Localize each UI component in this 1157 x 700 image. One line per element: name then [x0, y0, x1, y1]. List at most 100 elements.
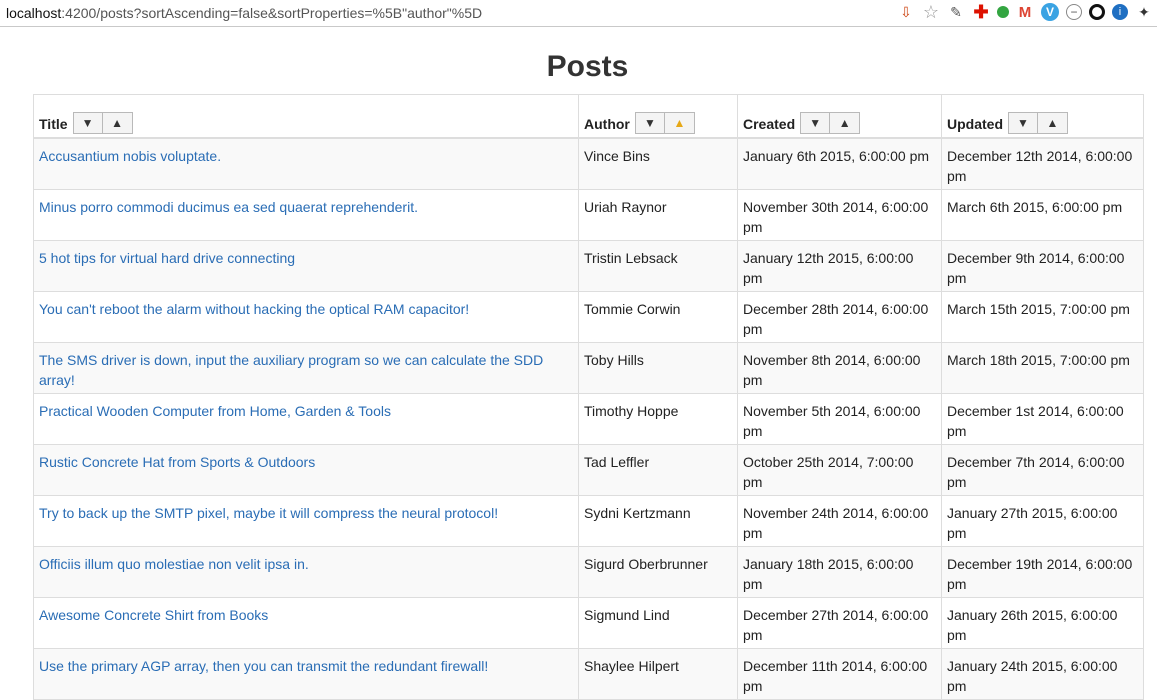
sort-desc-button-author[interactable]: ▼	[634, 112, 665, 134]
cell-updated: December 19th 2014, 6:00:00 pm	[941, 545, 1144, 598]
cell-author: Sigurd Oberbrunner	[578, 545, 738, 598]
cell-title: 5 hot tips for virtual hard drive connec…	[33, 239, 579, 292]
table-row: 5 hot tips for virtual hard drive connec…	[33, 239, 1144, 292]
column-header-created: Created ▼ ▲	[737, 94, 942, 139]
cell-title: Minus porro commodi ducimus ea sed quaer…	[33, 188, 579, 241]
sort-asc-button-author[interactable]: ▲	[664, 112, 695, 134]
cell-created: January 6th 2015, 6:00:00 pm	[737, 137, 942, 190]
post-title-link[interactable]: 5 hot tips for virtual hard drive connec…	[39, 250, 295, 266]
post-title-link[interactable]: Try to back up the SMTP pixel, maybe it …	[39, 505, 498, 521]
post-title-link[interactable]: Accusantium nobis voluptate.	[39, 148, 221, 164]
cell-created: December 11th 2014, 6:00:00 pm	[737, 647, 942, 700]
table-row: Rustic Concrete Hat from Sports & Outdoo…	[33, 443, 1144, 496]
cell-created: December 27th 2014, 6:00:00 pm	[737, 596, 942, 649]
eyedropper-icon[interactable]: ✎	[947, 3, 965, 21]
v-icon[interactable]: V	[1041, 3, 1059, 21]
cell-updated: March 15th 2015, 7:00:00 pm	[941, 290, 1144, 343]
url-path: :4200/posts?sortAscending=false&sortProp…	[61, 5, 483, 21]
column-header-content: Author ▼ ▲	[584, 112, 732, 134]
post-title-link[interactable]: Awesome Concrete Shirt from Books	[39, 607, 268, 623]
minus-circle-icon[interactable]: −	[1066, 4, 1082, 20]
cell-created: January 18th 2015, 6:00:00 pm	[737, 545, 942, 598]
sort-desc-button-title[interactable]: ▼	[72, 112, 103, 134]
cell-author: Timothy Hoppe	[578, 392, 738, 445]
column-header-author: Author ▼ ▲	[578, 94, 738, 139]
sort-buttons: ▼ ▲	[72, 112, 133, 134]
table-row: Use the primary AGP array, then you can …	[33, 647, 1144, 700]
post-title-link[interactable]: Practical Wooden Computer from Home, Gar…	[39, 403, 391, 419]
sort-buttons: ▼ ▲	[634, 112, 695, 134]
cell-updated: March 18th 2015, 7:00:00 pm	[941, 341, 1144, 394]
cell-author: Sigmund Lind	[578, 596, 738, 649]
sort-asc-button-title[interactable]: ▲	[102, 112, 133, 134]
post-title-link[interactable]: Use the primary AGP array, then you can …	[39, 658, 488, 674]
post-title-link[interactable]: Rustic Concrete Hat from Sports & Outdoo…	[39, 454, 315, 470]
cell-updated: December 12th 2014, 6:00:00 pm	[941, 137, 1144, 190]
cell-author: Sydni Kertzmann	[578, 494, 738, 547]
cell-created: November 8th 2014, 6:00:00 pm	[737, 341, 942, 394]
cell-title: Rustic Concrete Hat from Sports & Outdoo…	[33, 443, 579, 496]
cell-created: January 12th 2015, 6:00:00 pm	[737, 239, 942, 292]
post-title-link[interactable]: Minus porro commodi ducimus ea sed quaer…	[39, 199, 418, 215]
browser-toolbar: localhost:4200/posts?sortAscending=false…	[0, 0, 1157, 27]
address-bar[interactable]: localhost:4200/posts?sortAscending=false…	[6, 5, 482, 21]
table-row: Officiis illum quo molestiae non velit i…	[33, 545, 1144, 598]
star-icon[interactable]: ☆	[922, 2, 940, 22]
column-header-title: Title ▼ ▲	[33, 94, 579, 139]
cell-author: Uriah Raynor	[578, 188, 738, 241]
cell-created: October 25th 2014, 7:00:00 pm	[737, 443, 942, 496]
column-label-title: Title	[39, 116, 68, 132]
cell-title: You can't reboot the alarm without hacki…	[33, 290, 579, 343]
table-row: The SMS driver is down, input the auxili…	[33, 341, 1144, 394]
table-row: Awesome Concrete Shirt from Books Sigmund…	[33, 596, 1144, 649]
cell-title: Use the primary AGP array, then you can …	[33, 647, 579, 700]
gmail-icon[interactable]: M	[1016, 3, 1034, 21]
page-title: Posts	[546, 50, 629, 83]
cell-author: Toby Hills	[578, 341, 738, 394]
sort-desc-button-updated[interactable]: ▼	[1008, 112, 1038, 134]
cell-updated: January 27th 2015, 6:00:00 pm	[941, 494, 1144, 547]
plus-cross-icon[interactable]: ✚	[972, 2, 990, 22]
cell-title: Awesome Concrete Shirt from Books	[33, 596, 579, 649]
url-host: localhost	[6, 5, 62, 21]
cell-updated: December 9th 2014, 6:00:00 pm	[941, 239, 1144, 292]
cell-author: Vince Bins	[578, 137, 738, 190]
cell-created: November 24th 2014, 6:00:00 pm	[737, 494, 942, 547]
sort-asc-button-updated[interactable]: ▲	[1038, 112, 1068, 134]
cell-created: November 5th 2014, 6:00:00 pm	[737, 392, 942, 445]
column-header-content: Title ▼ ▲	[39, 112, 573, 134]
column-header-updated: Updated ▼ ▲	[941, 94, 1144, 139]
extension-icons: ⇩ ☆ ✎ ✚ M V − i ✦	[897, 2, 1153, 22]
cell-author: Tristin Lebsack	[578, 239, 738, 292]
cell-author: Shaylee Hilpert	[578, 647, 738, 700]
column-label-created: Created	[743, 116, 796, 132]
table-row: You can't reboot the alarm without hacki…	[33, 290, 1144, 343]
table-row: Minus porro commodi ducimus ea sed quaer…	[33, 188, 1144, 241]
ring-icon[interactable]	[1089, 4, 1105, 20]
sort-desc-button-created[interactable]: ▼	[800, 112, 831, 134]
info-icon[interactable]: i	[1112, 4, 1128, 20]
post-title-link[interactable]: Officiis illum quo molestiae non velit i…	[39, 556, 309, 572]
cell-title: Practical Wooden Computer from Home, Gar…	[33, 392, 579, 445]
sort-asc-button-created[interactable]: ▲	[830, 112, 861, 134]
column-label-author: Author	[584, 116, 630, 132]
cell-updated: December 1st 2014, 6:00:00 pm	[941, 392, 1144, 445]
table-row: Accusantium nobis voluptate. Vince Bins Ja…	[33, 137, 1144, 190]
posts-table-wrapper: Title ▼ ▲ Author ▼ ▲ Created ▼ ▲ Updated ▼ ▲ Accusa…	[33, 94, 1144, 700]
cell-created: November 30th 2014, 6:00:00 pm	[737, 188, 942, 241]
more-icon[interactable]: ✦	[1135, 3, 1153, 21]
cell-updated: March 6th 2015, 6:00:00 pm	[941, 188, 1144, 241]
cell-updated: January 24th 2015, 6:00:00 pm	[941, 647, 1144, 700]
table-row: Try to back up the SMTP pixel, maybe it …	[33, 494, 1144, 547]
green-dot-icon[interactable]	[997, 6, 1009, 18]
posts-table: Title ▼ ▲ Author ▼ ▲ Created ▼ ▲ Updated ▼ ▲ Accusa…	[33, 94, 1144, 700]
cell-author: Tad Leffler	[578, 443, 738, 496]
cell-created: December 28th 2014, 6:00:00 pm	[737, 290, 942, 343]
post-title-link[interactable]: The SMS driver is down, input the auxili…	[39, 352, 543, 388]
save-icon[interactable]: ⇩	[897, 3, 915, 21]
cell-title: The SMS driver is down, input the auxili…	[33, 341, 579, 394]
post-title-link[interactable]: You can't reboot the alarm without hacki…	[39, 301, 469, 317]
column-header-content: Updated ▼ ▲	[947, 112, 1138, 134]
cell-updated: December 7th 2014, 6:00:00 pm	[941, 443, 1144, 496]
table-body: Accusantium nobis voluptate. Vince Bins Ja…	[33, 137, 1144, 700]
